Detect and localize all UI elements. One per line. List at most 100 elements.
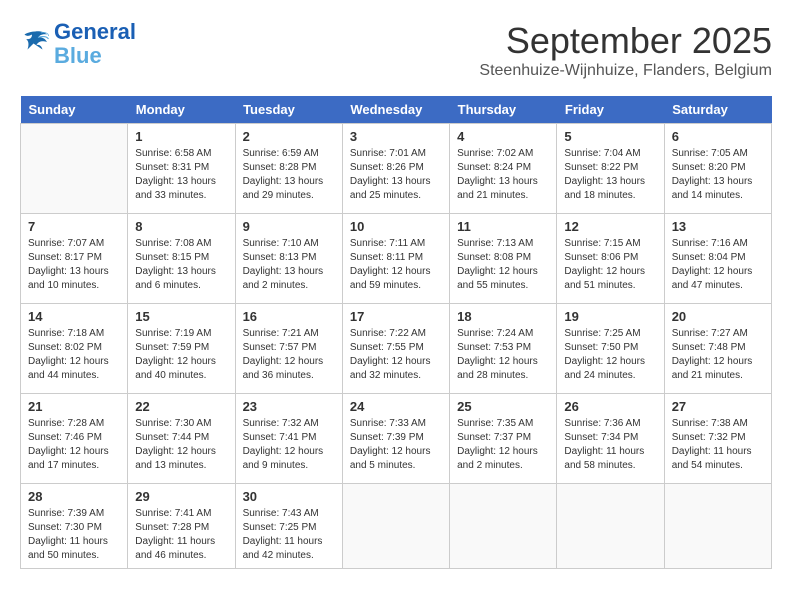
calendar-cell: 29 Sunrise: 7:41 AM Sunset: 7:28 PM Dayli… bbox=[128, 484, 235, 569]
location-subtitle: Steenhuize-Wijnhuize, Flanders, Belgium bbox=[479, 62, 772, 80]
day-number: 27 bbox=[672, 399, 764, 414]
day-info: Sunrise: 7:39 AM Sunset: 7:30 PM Dayligh… bbox=[28, 507, 120, 563]
day-info: Sunrise: 7:18 AM Sunset: 8:02 PM Dayligh… bbox=[28, 327, 120, 383]
day-number: 6 bbox=[672, 129, 764, 144]
day-info: Sunrise: 7:27 AM Sunset: 7:48 PM Dayligh… bbox=[672, 327, 764, 383]
day-info: Sunrise: 7:28 AM Sunset: 7:46 PM Dayligh… bbox=[28, 417, 120, 473]
day-number: 5 bbox=[564, 129, 656, 144]
calendar-cell: 25 Sunrise: 7:35 AM Sunset: 7:37 PM Dayli… bbox=[450, 394, 557, 484]
day-number: 18 bbox=[457, 309, 549, 324]
weekday-header-saturday: Saturday bbox=[664, 96, 771, 124]
day-info: Sunrise: 7:35 AM Sunset: 7:37 PM Dayligh… bbox=[457, 417, 549, 473]
day-number: 22 bbox=[135, 399, 227, 414]
page-header: GeneralBlue September 2025 Steenhuize-Wi… bbox=[20, 20, 772, 80]
day-number: 29 bbox=[135, 489, 227, 504]
weekday-header-sunday: Sunday bbox=[21, 96, 128, 124]
weekday-header-tuesday: Tuesday bbox=[235, 96, 342, 124]
day-number: 25 bbox=[457, 399, 549, 414]
day-info: Sunrise: 7:24 AM Sunset: 7:53 PM Dayligh… bbox=[457, 327, 549, 383]
calendar-cell: 6 Sunrise: 7:05 AM Sunset: 8:20 PM Daylig… bbox=[664, 124, 771, 214]
weekday-header-friday: Friday bbox=[557, 96, 664, 124]
calendar-cell: 28 Sunrise: 7:39 AM Sunset: 7:30 PM Dayli… bbox=[21, 484, 128, 569]
calendar-cell: 23 Sunrise: 7:32 AM Sunset: 7:41 PM Dayli… bbox=[235, 394, 342, 484]
day-number: 17 bbox=[350, 309, 442, 324]
day-number: 21 bbox=[28, 399, 120, 414]
calendar-cell: 16 Sunrise: 7:21 AM Sunset: 7:57 PM Dayli… bbox=[235, 304, 342, 394]
day-number: 23 bbox=[243, 399, 335, 414]
month-title: September 2025 bbox=[479, 20, 772, 62]
calendar-cell: 3 Sunrise: 7:01 AM Sunset: 8:26 PM Daylig… bbox=[342, 124, 449, 214]
weekday-header-monday: Monday bbox=[128, 96, 235, 124]
day-number: 9 bbox=[243, 219, 335, 234]
day-info: Sunrise: 6:59 AM Sunset: 8:28 PM Dayligh… bbox=[243, 147, 335, 203]
day-info: Sunrise: 7:01 AM Sunset: 8:26 PM Dayligh… bbox=[350, 147, 442, 203]
calendar-cell: 13 Sunrise: 7:16 AM Sunset: 8:04 PM Dayli… bbox=[664, 214, 771, 304]
day-number: 30 bbox=[243, 489, 335, 504]
day-info: Sunrise: 7:25 AM Sunset: 7:50 PM Dayligh… bbox=[564, 327, 656, 383]
day-info: Sunrise: 7:21 AM Sunset: 7:57 PM Dayligh… bbox=[243, 327, 335, 383]
day-info: Sunrise: 6:58 AM Sunset: 8:31 PM Dayligh… bbox=[135, 147, 227, 203]
calendar-cell: 2Sunrise: 6:59 AM Sunset: 8:28 PM Daylig… bbox=[235, 124, 342, 214]
weekday-header-wednesday: Wednesday bbox=[342, 96, 449, 124]
day-number: 4 bbox=[457, 129, 549, 144]
weekday-header-row: SundayMondayTuesdayWednesdayThursdayFrid… bbox=[21, 96, 772, 124]
day-info: Sunrise: 7:10 AM Sunset: 8:13 PM Dayligh… bbox=[243, 237, 335, 293]
calendar-cell: 9 Sunrise: 7:10 AM Sunset: 8:13 PM Daylig… bbox=[235, 214, 342, 304]
day-info: Sunrise: 7:38 AM Sunset: 7:32 PM Dayligh… bbox=[672, 417, 764, 473]
calendar-cell: 7 Sunrise: 7:07 AM Sunset: 8:17 PM Daylig… bbox=[21, 214, 128, 304]
calendar-cell: 26 Sunrise: 7:36 AM Sunset: 7:34 PM Dayli… bbox=[557, 394, 664, 484]
calendar-cell: 19 Sunrise: 7:25 AM Sunset: 7:50 PM Dayli… bbox=[557, 304, 664, 394]
day-number: 13 bbox=[672, 219, 764, 234]
calendar-cell: 4 Sunrise: 7:02 AM Sunset: 8:24 PM Daylig… bbox=[450, 124, 557, 214]
day-number: 1 bbox=[135, 129, 227, 144]
day-number: 12 bbox=[564, 219, 656, 234]
day-info: Sunrise: 7:19 AM Sunset: 7:59 PM Dayligh… bbox=[135, 327, 227, 383]
calendar-cell: 15 Sunrise: 7:19 AM Sunset: 7:59 PM Dayli… bbox=[128, 304, 235, 394]
day-number: 26 bbox=[564, 399, 656, 414]
calendar-cell: 8 Sunrise: 7:08 AM Sunset: 8:15 PM Daylig… bbox=[128, 214, 235, 304]
day-number: 3 bbox=[350, 129, 442, 144]
day-info: Sunrise: 7:02 AM Sunset: 8:24 PM Dayligh… bbox=[457, 147, 549, 203]
calendar-cell: 17 Sunrise: 7:22 AM Sunset: 7:55 PM Dayli… bbox=[342, 304, 449, 394]
day-info: Sunrise: 7:41 AM Sunset: 7:28 PM Dayligh… bbox=[135, 507, 227, 563]
logo: GeneralBlue bbox=[20, 20, 136, 68]
day-number: 11 bbox=[457, 219, 549, 234]
calendar-cell bbox=[450, 484, 557, 569]
calendar-week-5: 28 Sunrise: 7:39 AM Sunset: 7:30 PM Dayli… bbox=[21, 484, 772, 569]
day-info: Sunrise: 7:08 AM Sunset: 8:15 PM Dayligh… bbox=[135, 237, 227, 293]
day-number: 19 bbox=[564, 309, 656, 324]
day-info: Sunrise: 7:32 AM Sunset: 7:41 PM Dayligh… bbox=[243, 417, 335, 473]
calendar-cell: 30Sunrise: 7:43 AM Sunset: 7:25 PM Dayli… bbox=[235, 484, 342, 569]
day-info: Sunrise: 7:30 AM Sunset: 7:44 PM Dayligh… bbox=[135, 417, 227, 473]
title-block: September 2025 Steenhuize-Wijnhuize, Fla… bbox=[479, 20, 772, 80]
day-number: 16 bbox=[243, 309, 335, 324]
day-info: Sunrise: 7:33 AM Sunset: 7:39 PM Dayligh… bbox=[350, 417, 442, 473]
day-info: Sunrise: 7:07 AM Sunset: 8:17 PM Dayligh… bbox=[28, 237, 120, 293]
calendar-week-2: 7 Sunrise: 7:07 AM Sunset: 8:17 PM Daylig… bbox=[21, 214, 772, 304]
day-number: 8 bbox=[135, 219, 227, 234]
day-info: Sunrise: 7:15 AM Sunset: 8:06 PM Dayligh… bbox=[564, 237, 656, 293]
weekday-header-thursday: Thursday bbox=[450, 96, 557, 124]
calendar-table: SundayMondayTuesdayWednesdayThursdayFrid… bbox=[20, 96, 772, 569]
calendar-cell bbox=[557, 484, 664, 569]
day-info: Sunrise: 7:36 AM Sunset: 7:34 PM Dayligh… bbox=[564, 417, 656, 473]
calendar-cell bbox=[342, 484, 449, 569]
day-number: 7 bbox=[28, 219, 120, 234]
day-number: 28 bbox=[28, 489, 120, 504]
calendar-cell: 27 Sunrise: 7:38 AM Sunset: 7:32 PM Dayli… bbox=[664, 394, 771, 484]
calendar-cell: 12 Sunrise: 7:15 AM Sunset: 8:06 PM Dayli… bbox=[557, 214, 664, 304]
calendar-cell: 22 Sunrise: 7:30 AM Sunset: 7:44 PM Dayli… bbox=[128, 394, 235, 484]
calendar-cell: 18 Sunrise: 7:24 AM Sunset: 7:53 PM Dayli… bbox=[450, 304, 557, 394]
calendar-cell: 24Sunrise: 7:33 AM Sunset: 7:39 PM Dayli… bbox=[342, 394, 449, 484]
calendar-cell: 20 Sunrise: 7:27 AM Sunset: 7:48 PM Dayli… bbox=[664, 304, 771, 394]
day-number: 15 bbox=[135, 309, 227, 324]
calendar-cell bbox=[21, 124, 128, 214]
logo-text: GeneralBlue bbox=[54, 20, 136, 68]
day-number: 20 bbox=[672, 309, 764, 324]
day-info: Sunrise: 7:16 AM Sunset: 8:04 PM Dayligh… bbox=[672, 237, 764, 293]
calendar-cell: 10Sunrise: 7:11 AM Sunset: 8:11 PM Dayli… bbox=[342, 214, 449, 304]
day-info: Sunrise: 7:13 AM Sunset: 8:08 PM Dayligh… bbox=[457, 237, 549, 293]
day-info: Sunrise: 7:05 AM Sunset: 8:20 PM Dayligh… bbox=[672, 147, 764, 203]
calendar-cell: 1 Sunrise: 6:58 AM Sunset: 8:31 PM Daylig… bbox=[128, 124, 235, 214]
day-info: Sunrise: 7:22 AM Sunset: 7:55 PM Dayligh… bbox=[350, 327, 442, 383]
